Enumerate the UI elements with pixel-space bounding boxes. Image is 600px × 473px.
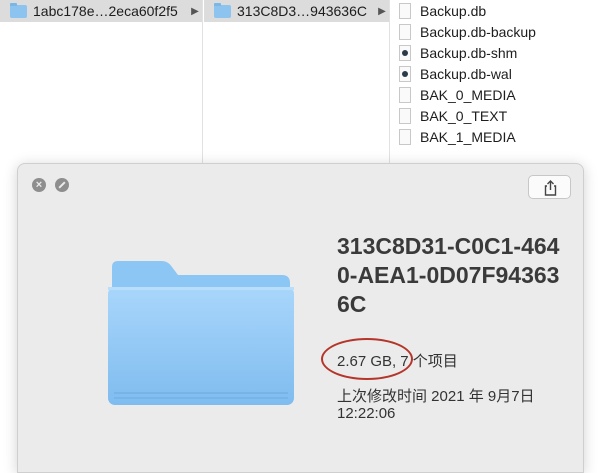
file-name: Backup.db-backup xyxy=(420,23,536,40)
file-row[interactable]: BAK_0_MEDIA xyxy=(391,84,600,105)
share-button[interactable] xyxy=(528,175,571,199)
folder-title: 313C8D31-C0C1-4640-AEA1-0D07F943636C xyxy=(337,233,560,317)
executable-icon xyxy=(399,44,411,61)
folder-name: 1abc178e…2eca60f2f5 xyxy=(33,3,178,19)
share-icon xyxy=(544,180,557,196)
document-icon xyxy=(399,2,411,19)
info-panel: × 313C8D31-C0C1-4640-AEA1-0D07F943636C 2… xyxy=(17,163,584,473)
folder-icon xyxy=(214,2,231,18)
separator: , xyxy=(392,353,397,370)
folder-size: 2.67 GB xyxy=(337,353,393,370)
file-name: Backup.db-wal xyxy=(420,65,512,82)
selected-folder-row-2[interactable]: 313C8D3…943636C ▶ xyxy=(204,0,389,22)
chevron-right-icon: ▶ xyxy=(378,5,386,17)
file-row[interactable]: Backup.db-wal xyxy=(391,63,600,84)
folder-name: 313C8D3…943636C xyxy=(237,3,367,19)
file-row[interactable]: Backup.db-backup xyxy=(391,21,600,42)
modified-date: 上次修改时间 2021 年 9月7日 xyxy=(337,388,535,405)
file-name: Backup.db xyxy=(420,2,487,19)
item-count: 7 个项目 xyxy=(400,353,458,370)
folder-icon xyxy=(108,261,294,405)
executable-icon xyxy=(399,65,411,82)
file-row[interactable]: Backup.db-shm xyxy=(391,42,600,63)
stop-icon[interactable] xyxy=(55,178,69,192)
modified-time: 12:22:06 xyxy=(337,405,396,422)
size-summary: 2.67 GB, 7 个项目 xyxy=(337,350,458,371)
folder-icon xyxy=(10,2,27,18)
document-icon xyxy=(399,23,411,40)
file-row[interactable]: BAK_1_MEDIA xyxy=(391,126,600,147)
document-icon xyxy=(399,86,411,103)
selected-folder-row-1[interactable]: 1abc178e…2eca60f2f5 ▶ xyxy=(0,0,202,22)
file-row[interactable]: BAK_0_TEXT xyxy=(391,105,600,126)
document-icon xyxy=(399,107,411,124)
file-name: Backup.db-shm xyxy=(420,44,518,61)
chevron-right-icon: ▶ xyxy=(191,5,199,17)
close-icon[interactable]: × xyxy=(32,178,46,192)
file-row[interactable]: Backup.db xyxy=(391,0,600,21)
file-name: BAK_0_MEDIA xyxy=(420,86,516,103)
file-name: BAK_1_MEDIA xyxy=(420,128,516,145)
file-name: BAK_0_TEXT xyxy=(420,107,508,124)
document-icon xyxy=(399,128,411,145)
